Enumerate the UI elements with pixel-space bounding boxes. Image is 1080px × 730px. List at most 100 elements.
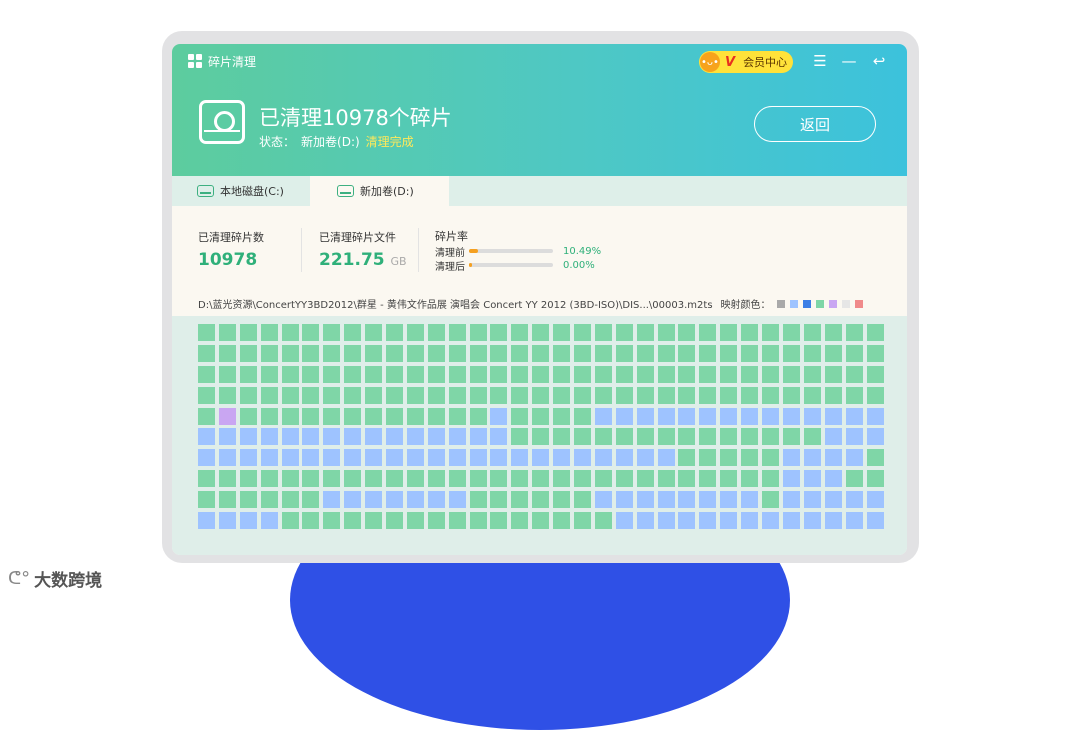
cluster-block [469, 428, 487, 446]
cluster-block [469, 344, 487, 362]
cluster-block [615, 344, 633, 362]
cluster-block [406, 428, 424, 446]
cluster-block [511, 512, 529, 530]
cluster-block [323, 428, 341, 446]
cluster-map [198, 324, 884, 536]
current-file-path: D:\蓝光资源\ConcertYY3BD2012\群星 - 黄伟文作品展 演唱会… [198, 300, 713, 311]
cluster-block [365, 470, 383, 488]
cluster-block [615, 428, 633, 446]
cluster-block [532, 365, 550, 383]
cluster-block [218, 324, 236, 341]
cluster-block [699, 365, 717, 383]
cluster-block [260, 365, 278, 383]
cluster-block [365, 324, 383, 341]
cluster-block [720, 470, 738, 488]
cluster-block [260, 407, 278, 425]
cluster-block [218, 428, 236, 446]
minimize-icon[interactable]: — [839, 50, 859, 72]
cluster-block [344, 449, 362, 467]
menu-icon[interactable]: ☰ [810, 50, 830, 72]
cluster-block [469, 365, 487, 383]
cluster-block [699, 512, 717, 530]
cluster-block [782, 491, 800, 509]
cluster-block [574, 491, 592, 509]
cluster-block [866, 470, 884, 488]
return-button[interactable]: 返回 [754, 106, 876, 142]
cluster-block [469, 470, 487, 488]
cluster-block [323, 470, 341, 488]
cleaned-count-value: 10978 [198, 250, 258, 270]
cluster-block [344, 491, 362, 509]
status-volume: 新加卷(D:) [301, 135, 360, 149]
cluster-block [866, 407, 884, 425]
cluster-block [762, 428, 780, 446]
cluster-block [511, 344, 529, 362]
legend-swatch [815, 299, 824, 308]
cluster-block [824, 365, 842, 383]
cluster-block [824, 449, 842, 467]
drive-icon [197, 185, 214, 197]
cluster-block [574, 344, 592, 362]
cluster-block [532, 386, 550, 404]
tab-drive-d[interactable]: 新加卷(D:) [310, 176, 449, 206]
cluster-block [762, 365, 780, 383]
cluster-block [741, 407, 759, 425]
divider [418, 228, 419, 272]
cleanup-headline: 已清理10978个碎片 [259, 106, 452, 130]
cluster-block [824, 324, 842, 341]
cluster-block [741, 470, 759, 488]
cluster-block [720, 324, 738, 341]
cluster-block [762, 324, 780, 341]
cluster-block [427, 470, 445, 488]
cluster-block [365, 344, 383, 362]
cluster-block [469, 407, 487, 425]
cluster-block [782, 407, 800, 425]
cluster-block [678, 407, 696, 425]
back-arrow-icon[interactable]: ↩ [869, 50, 889, 72]
cluster-block [344, 428, 362, 446]
tab-drive-c[interactable]: 本地磁盘(C:) [197, 176, 309, 206]
cluster-block [323, 512, 341, 530]
cluster-block [678, 512, 696, 530]
cluster-block [845, 470, 863, 488]
cleaned-files-unit: GB [390, 255, 407, 268]
cluster-block [323, 365, 341, 383]
cluster-block [281, 491, 299, 509]
cluster-block [406, 512, 424, 530]
cluster-block [344, 512, 362, 530]
cluster-block [741, 324, 759, 341]
cluster-block [553, 470, 571, 488]
cluster-map-area [172, 316, 907, 555]
cluster-block [657, 344, 675, 362]
cluster-block [657, 365, 675, 383]
cluster-block [845, 449, 863, 467]
app-title: 碎片清理 [208, 55, 257, 69]
cleaned-files-value: 221.75 GB [319, 250, 407, 270]
vip-center-button[interactable]: •ᴗ• V 会员中心 [699, 51, 793, 73]
cluster-block [427, 324, 445, 341]
cluster-block [532, 470, 550, 488]
cluster-block [511, 365, 529, 383]
cluster-block [406, 365, 424, 383]
cluster-block [448, 512, 466, 530]
cluster-block [845, 324, 863, 341]
cluster-block [553, 344, 571, 362]
cluster-block [845, 428, 863, 446]
cluster-block [636, 407, 654, 425]
cluster-block [574, 428, 592, 446]
drive-tabs: 本地磁盘(C:) 新加卷(D:) [172, 176, 907, 206]
cluster-block [302, 344, 320, 362]
cluster-block [427, 449, 445, 467]
cluster-block [302, 491, 320, 509]
cluster-block [281, 386, 299, 404]
cluster-block [511, 491, 529, 509]
cluster-block [302, 512, 320, 530]
vip-label: 会员中心 [743, 56, 788, 69]
cluster-block [762, 512, 780, 530]
cluster-block [239, 344, 257, 362]
cluster-block [594, 344, 612, 362]
cluster-block [344, 324, 362, 341]
rate-after-pct: 0.00% [563, 259, 595, 271]
rate-before-pct: 10.49% [563, 245, 602, 257]
cluster-block [845, 386, 863, 404]
